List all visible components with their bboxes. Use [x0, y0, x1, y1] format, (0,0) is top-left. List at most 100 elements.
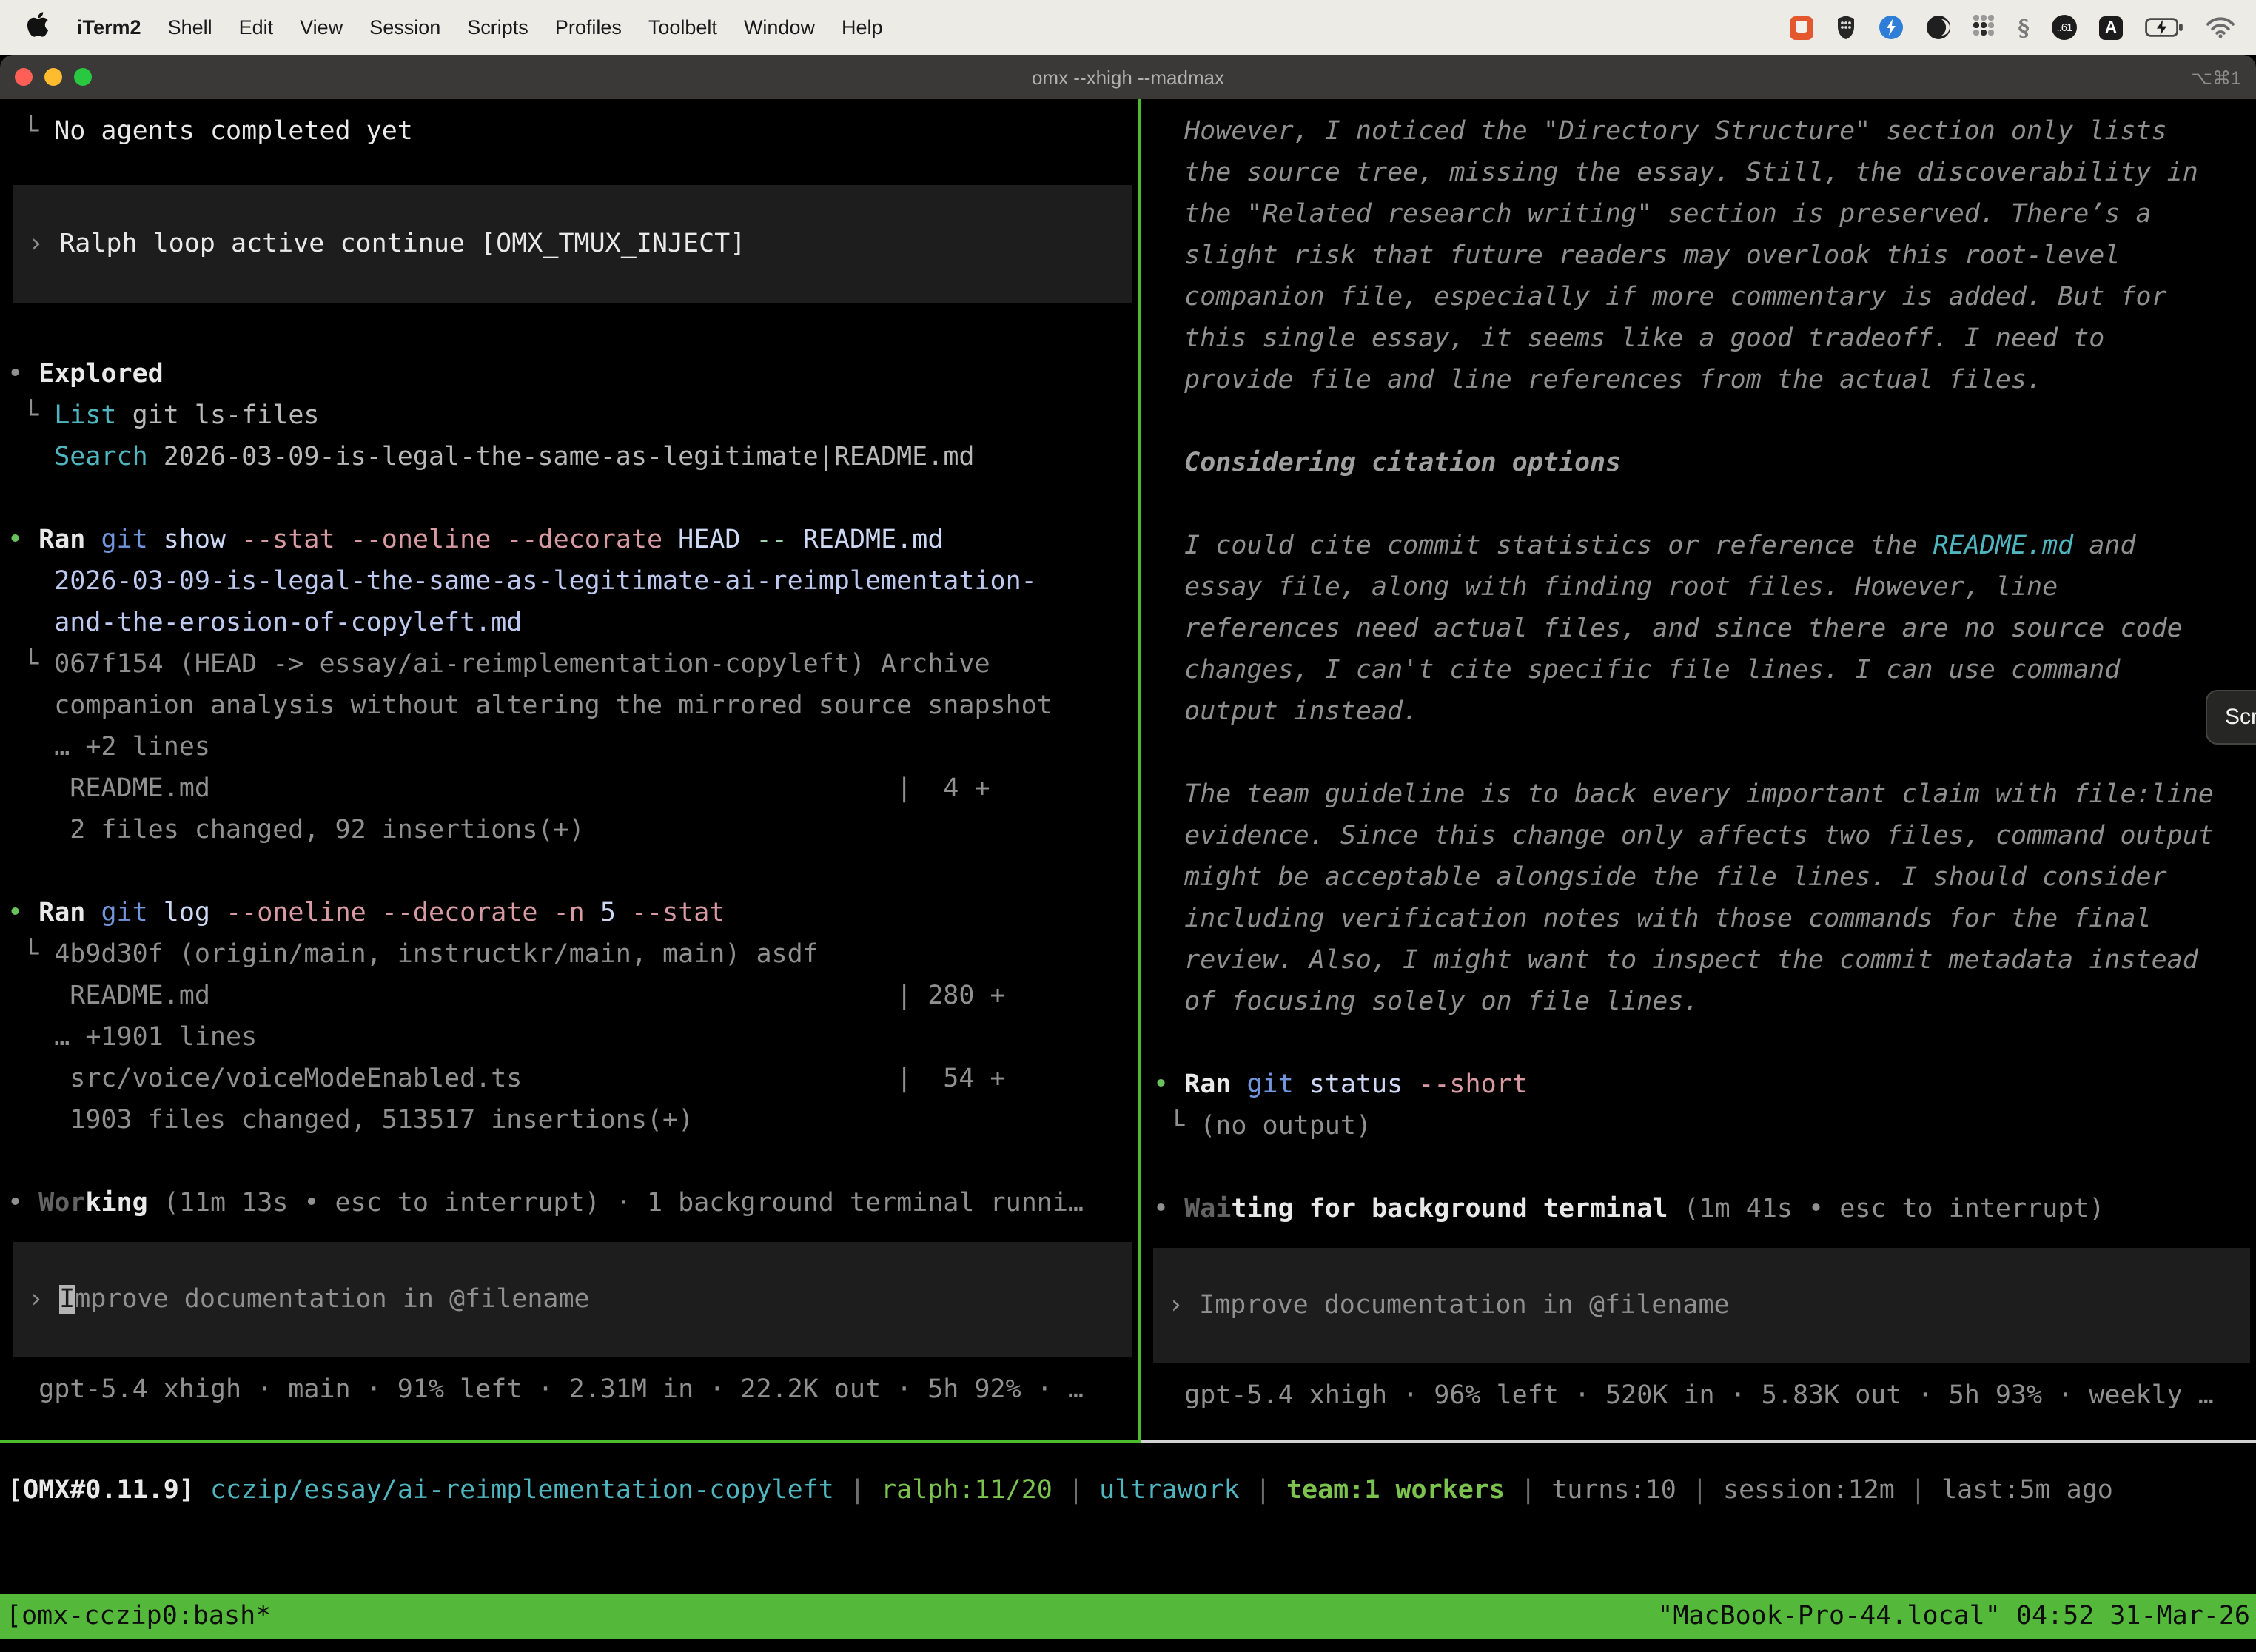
text-segment: turns:10 — [1551, 1476, 1676, 1505]
terminal-line: and-the-erosion-of-copyleft.md — [7, 602, 1138, 644]
text-segment: └ — [7, 940, 54, 970]
text-segment: essay file, along with finding root file… — [1153, 573, 2058, 602]
terminal-line: The team guideline is to back every impo… — [1153, 774, 2256, 816]
terminal-line: companion file, especially if more comme… — [1153, 277, 2256, 318]
bolt-badge-icon[interactable] — [1879, 14, 1904, 41]
text-segment — [195, 1476, 210, 1505]
text-segment: | — [1676, 1476, 1723, 1505]
spacer — [7, 478, 1138, 520]
menu-item-session[interactable]: Session — [356, 16, 454, 38]
text-segment: └ — [7, 401, 54, 431]
spacer — [7, 851, 1138, 893]
active-pane-border — [0, 1440, 1141, 1443]
terminal-line: the source tree, missing the essay. Stil… — [1153, 152, 2256, 194]
grid-dots-icon[interactable] — [1973, 14, 1995, 41]
menu-item-window[interactable]: Window — [731, 16, 828, 38]
terminal-line: companion analysis without altering the … — [7, 685, 1138, 727]
terminal-line: gpt-5.4 xhigh · 96% left · 520K in · 5.8… — [1153, 1375, 2256, 1417]
terminal-line: └ (no output) — [1153, 1106, 2256, 1147]
text-segment: companion analysis without altering the … — [7, 691, 1053, 721]
terminal-line: └ List git ls-files — [7, 395, 1138, 437]
text-segment: • — [7, 899, 38, 928]
terminal-line: references need actual files, and since … — [1153, 608, 2256, 650]
text-segment: 2026-03-09-is-legal-the-same-as-legitima… — [54, 567, 1037, 597]
text-segment: (1m 41s • esc to interrupt) — [1668, 1195, 2104, 1224]
text-segment: No agents completed yet — [54, 117, 413, 147]
hook-icon[interactable]: § — [2018, 14, 2030, 41]
menu-item-profiles[interactable]: Profiles — [542, 16, 635, 38]
text-segment: companion file, especially if more comme… — [1153, 283, 2167, 312]
text-segment: ultrawork — [1099, 1476, 1240, 1505]
apple-menu[interactable] — [18, 12, 64, 43]
prompt-input-right[interactable]: › Improve documentation in @filename — [1153, 1248, 2250, 1363]
text-segment: Wor — [38, 1189, 85, 1218]
text-segment: I could cite commit statistics or refere… — [1153, 531, 1933, 561]
text-segment: 067f154 (HEAD -> essay/ai-reimplementati… — [54, 650, 990, 679]
terminal-line: └ No agents completed yet — [7, 111, 1138, 152]
terminal-line: I could cite commit statistics or refere… — [1153, 526, 2256, 567]
text-segment: HEAD — [662, 526, 740, 555]
text-segment: • — [1153, 1070, 1184, 1100]
chat-icon[interactable] — [1790, 14, 1813, 41]
text-segment: references need actual files, and since … — [1153, 614, 2183, 644]
spacer — [1153, 1147, 2256, 1189]
text-segment: and — [2073, 531, 2135, 561]
inactive-pane-border — [1141, 1440, 2256, 1443]
apple-logo-icon — [27, 12, 49, 43]
terminal-line: └ 067f154 (HEAD -> essay/ai-reimplementa… — [7, 644, 1138, 685]
terminal-line: provide file and line references from th… — [1153, 360, 2256, 401]
menu-item-iterm2[interactable]: iTerm2 — [64, 16, 155, 38]
terminal-line: changes, I can't cite specific file line… — [1153, 650, 2256, 691]
text-segment: | — [1895, 1476, 1941, 1505]
wifi-icon[interactable] — [2206, 14, 2235, 41]
text-segment: I — [59, 1285, 75, 1314]
iterm2-window: iTerm2ShellEditViewSessionScriptsProfile… — [0, 0, 2256, 1652]
menu-item-toolbelt[interactable]: Toolbelt — [635, 16, 731, 38]
spacer — [1153, 733, 2256, 774]
omx-status-line: [OMX#0.11.9] cczip/essay/ai-reimplementa… — [7, 1470, 2256, 1511]
window-titlebar[interactable]: omx --xhigh --madmax ⌥⌘1 — [0, 55, 2256, 99]
right-terminal-pane[interactable]: However, I noticed the "Directory Struct… — [1141, 99, 2256, 1440]
terminal-line: might be acceptable alongside the file l… — [1153, 857, 2256, 899]
text-segment: (11m 13s • esc to interrupt) · 1 backgro… — [148, 1189, 1084, 1218]
text-segment: 5 — [585, 899, 616, 928]
spacer — [1153, 1363, 2256, 1375]
text-segment: review. Also, I might want to inspect th… — [1153, 946, 2198, 976]
text-segment: --oneline --decorate -n — [210, 899, 585, 928]
crescent-icon[interactable] — [1926, 14, 1951, 41]
spacer — [7, 1141, 1138, 1183]
menu-item-edit[interactable]: Edit — [226, 16, 287, 38]
terminal-line: src/voice/voiceModeEnabled.ts | 54 + — [7, 1058, 1138, 1100]
a-badge-icon[interactable]: A — [2099, 16, 2123, 39]
bottom-edge — [0, 1639, 2256, 1652]
menu-item-view[interactable]: View — [286, 16, 356, 38]
menu-item-scripts[interactable]: Scripts — [454, 16, 542, 38]
menu-status-icons: § ..61 A — [1790, 14, 2235, 41]
text-segment: … +2 lines — [7, 733, 210, 762]
menu-item-help[interactable]: Help — [828, 16, 896, 38]
spacer — [7, 1357, 1138, 1369]
terminal-line: • Ran git status --short — [1153, 1064, 2256, 1106]
spacer — [1153, 1230, 2256, 1248]
shield-icon[interactable] — [1836, 14, 1856, 41]
terminal-line: review. Also, I might want to inspect th… — [1153, 940, 2256, 981]
terminal-line: 1903 files changed, 513517 insertions(+) — [7, 1100, 1138, 1141]
battery-icon[interactable] — [2145, 14, 2183, 41]
text-segment: src/voice/voiceModeEnabled.ts | 54 + — [7, 1064, 1006, 1094]
text-segment: last:5m ago — [1941, 1476, 2113, 1505]
text-segment: cczip/essay/ai-reimplementation-copyleft — [210, 1476, 834, 1505]
text-segment: However, I noticed the "Directory Struct… — [1153, 117, 2167, 147]
text-segment: Improve documentation in @filename — [1199, 1291, 1729, 1320]
text-segment: provide file and line references from th… — [1153, 366, 2042, 395]
text-segment: 2026-03-09-is-legal-the-same-as-legitima… — [148, 443, 975, 472]
menu-item-shell[interactable]: Shell — [155, 16, 226, 38]
terminal-line: of focusing solely on file lines. — [1153, 981, 2256, 1023]
text-segment: the "Related research writing" section i… — [1153, 200, 2152, 229]
percent-badge-icon[interactable]: ..61 — [2052, 15, 2077, 40]
spacer — [1153, 1023, 2256, 1064]
text-segment: gpt-5.4 xhigh · main · 91% left · 2.31M … — [7, 1375, 1084, 1405]
prompt-input-left[interactable]: › Improve documentation in @filename — [13, 1242, 1132, 1357]
text-segment: 4b9d30f (origin/main, instructkr/main, m… — [54, 940, 819, 970]
left-terminal-pane[interactable]: └ No agents completed yet› Ralph loop ac… — [0, 99, 1138, 1440]
terminal-line: 2026-03-09-is-legal-the-same-as-legitima… — [7, 561, 1138, 602]
